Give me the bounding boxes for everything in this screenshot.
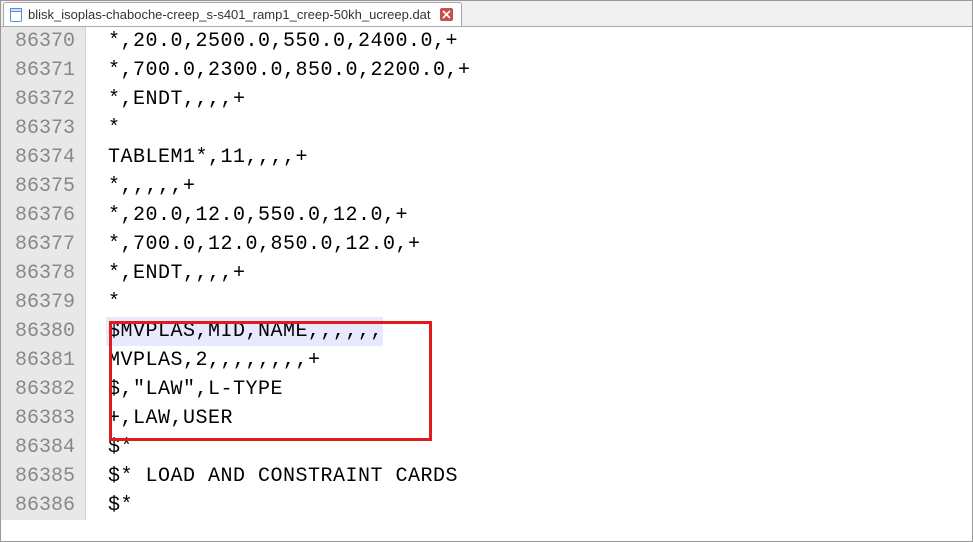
code-line[interactable]: 86376 *,20.0,12.0,550.0,12.0,+ xyxy=(1,201,972,230)
code-text[interactable]: $* LOAD AND CONSTRAINT CARDS xyxy=(106,462,458,491)
code-text[interactable]: *,700.0,12.0,850.0,12.0,+ xyxy=(106,230,421,259)
code-line[interactable]: 86377 *,700.0,12.0,850.0,12.0,+ xyxy=(1,230,972,259)
code-text[interactable]: *,ENDT,,,,+ xyxy=(106,259,246,288)
code-line[interactable]: 86380 $MVPLAS,MID,NAME,,,,,, xyxy=(1,317,972,346)
code-line[interactable]: 86373 * xyxy=(1,114,972,143)
line-number: 86381 xyxy=(1,346,86,375)
line-number: 86377 xyxy=(1,230,86,259)
code-text[interactable]: *,20.0,12.0,550.0,12.0,+ xyxy=(106,201,408,230)
code-text[interactable]: *,20.0,2500.0,550.0,2400.0,+ xyxy=(106,27,458,56)
line-number: 86378 xyxy=(1,259,86,288)
code-line[interactable]: 86371 *,700.0,2300.0,850.0,2200.0,+ xyxy=(1,56,972,85)
code-text[interactable]: *,700.0,2300.0,850.0,2200.0,+ xyxy=(106,56,471,85)
line-number: 86374 xyxy=(1,143,86,172)
code-line[interactable]: 86383 +,LAW,USER xyxy=(1,404,972,433)
editor-area[interactable]: 86370 *,20.0,2500.0,550.0,2400.0,+ 86371 *,… xyxy=(1,27,972,541)
code-line[interactable]: 86375 *,,,,,+ xyxy=(1,172,972,201)
line-number: 86383 xyxy=(1,404,86,433)
code-text[interactable]: * xyxy=(106,114,121,143)
code-line[interactable]: 86382 $,"LAW",L-TYPE xyxy=(1,375,972,404)
code-text[interactable]: $* xyxy=(106,433,133,462)
code-text[interactable]: *,ENDT,,,,+ xyxy=(106,85,246,114)
code-text[interactable]: +,LAW,USER xyxy=(106,404,233,433)
code-text[interactable]: $,"LAW",L-TYPE xyxy=(106,375,283,404)
line-number: 86386 xyxy=(1,491,86,520)
line-number: 86371 xyxy=(1,56,86,85)
code-text[interactable]: MVPLAS,2,,,,,,,,+ xyxy=(106,346,321,375)
line-number: 86373 xyxy=(1,114,86,143)
tab-filename: blisk_isoplas-chaboche-creep_s-s401_ramp… xyxy=(28,7,431,22)
line-number: 86376 xyxy=(1,201,86,230)
code-line[interactable]: 86374 TABLEM1*,11,,,,+ xyxy=(1,143,972,172)
close-icon[interactable] xyxy=(440,8,453,21)
line-number: 86370 xyxy=(1,27,86,56)
code-text[interactable]: $MVPLAS,MID,NAME,,,,,, xyxy=(106,317,383,346)
code-line[interactable]: 86370 *,20.0,2500.0,550.0,2400.0,+ xyxy=(1,27,972,56)
line-number: 86375 xyxy=(1,172,86,201)
file-tab[interactable]: blisk_isoplas-chaboche-creep_s-s401_ramp… xyxy=(3,2,462,26)
line-number: 86382 xyxy=(1,375,86,404)
file-icon xyxy=(9,8,23,22)
code-line[interactable]: 86381 MVPLAS,2,,,,,,,,+ xyxy=(1,346,972,375)
line-number: 86384 xyxy=(1,433,86,462)
line-number: 86379 xyxy=(1,288,86,317)
code-text[interactable]: * xyxy=(106,288,121,317)
code-line[interactable]: 86372 *,ENDT,,,,+ xyxy=(1,85,972,114)
code-line[interactable]: 86385 $* LOAD AND CONSTRAINT CARDS xyxy=(1,462,972,491)
line-number: 86380 xyxy=(1,317,86,346)
line-number: 86372 xyxy=(1,85,86,114)
code-text[interactable]: *,,,,,+ xyxy=(106,172,196,201)
line-number: 86385 xyxy=(1,462,86,491)
code-line[interactable]: 86378 *,ENDT,,,,+ xyxy=(1,259,972,288)
code-line[interactable]: 86379 * xyxy=(1,288,972,317)
code-line[interactable]: 86386 $* xyxy=(1,491,972,520)
code-text[interactable]: TABLEM1*,11,,,,+ xyxy=(106,143,308,172)
code-line[interactable]: 86384 $* xyxy=(1,433,972,462)
tab-bar: blisk_isoplas-chaboche-creep_s-s401_ramp… xyxy=(1,1,972,27)
code-text[interactable]: $* xyxy=(106,491,133,520)
